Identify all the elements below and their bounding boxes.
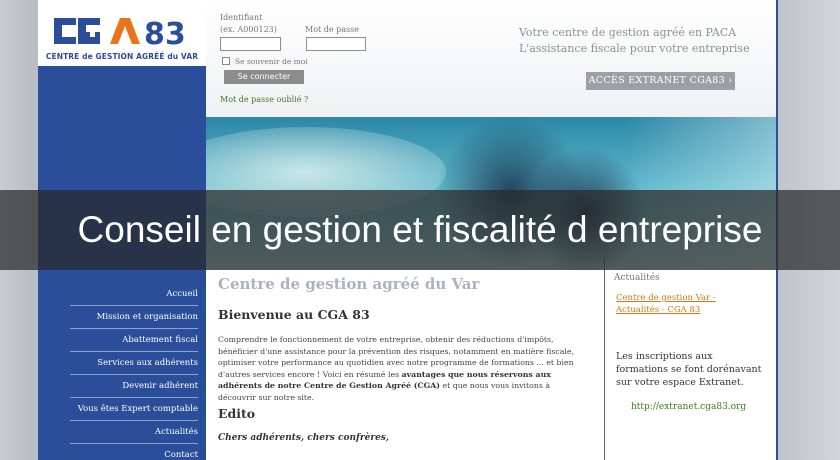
main-nav: Accueil Mission et organisation Abatteme… bbox=[70, 283, 198, 460]
login-button[interactable]: Se connecter bbox=[224, 70, 304, 84]
tagline-secondary: L'assistance fiscale pour votre entrepri… bbox=[519, 42, 750, 55]
welcome-heading: Bienvenue au CGA 83 bbox=[218, 307, 370, 322]
extranet-access-button[interactable]: ACCÈS EXTRANET CGA83 › bbox=[586, 72, 735, 90]
password-input[interactable] bbox=[306, 37, 366, 51]
header: Identifiant (ex. A000123) Mot de passe S… bbox=[206, 0, 776, 117]
intro-paragraph: Comprendre le fonctionnement de votre en… bbox=[218, 334, 584, 403]
nav-item-services[interactable]: Services aux adhérents bbox=[70, 352, 198, 375]
remember-checkbox[interactable] bbox=[222, 57, 230, 65]
logo-caption: CENTRE de GESTION AGRÉÉ du VAR bbox=[45, 52, 199, 61]
nav-item-expert-comptable[interactable]: Vous êtes Expert comptable bbox=[70, 398, 198, 421]
cga83-logo[interactable]: 83 CENTRE de GESTION AGRÉÉ du VAR bbox=[38, 0, 206, 66]
edito-heading: Edito bbox=[218, 406, 256, 421]
page-title: Centre de gestion agréé du Var bbox=[218, 275, 480, 293]
nav-item-actualites[interactable]: Actualités bbox=[70, 421, 198, 444]
nav-item-mission[interactable]: Mission et organisation bbox=[70, 306, 198, 329]
forgot-password-link[interactable]: Mot de passe oublié ? bbox=[220, 95, 308, 104]
svg-text:83: 83 bbox=[144, 17, 186, 48]
nav-item-contact[interactable]: Contact bbox=[70, 444, 198, 460]
remember-label: Se souvenir de moi bbox=[235, 57, 308, 66]
tagline-primary: Votre centre de gestion agréé en PACA bbox=[519, 26, 737, 39]
training-info: Les inscriptions aux formations se font … bbox=[616, 351, 762, 388]
extranet-url-link[interactable]: http://extranet.cga83.org bbox=[631, 402, 746, 412]
password-label: Mot de passe bbox=[305, 25, 359, 34]
news-heading: Actualités bbox=[614, 273, 660, 283]
news-link[interactable]: Centre de gestion Var - Actualités - CGA… bbox=[616, 292, 736, 316]
nav-item-accueil[interactable]: Accueil bbox=[70, 283, 198, 306]
main-content: Centre de gestion agréé du Var Bienvenue… bbox=[206, 270, 604, 460]
overlay-title: Conseil en gestion et fiscalité d entrep… bbox=[77, 209, 763, 250]
edito-greeting: Chers adhérents, chers confrères, bbox=[218, 433, 389, 443]
nav-item-devenir-adherent[interactable]: Devenir adhérent bbox=[70, 375, 198, 398]
identifiant-label: Identifiant bbox=[220, 13, 263, 22]
cga83-logo-mark: 83 bbox=[54, 17, 186, 48]
news-sidebar: Actualités Centre de gestion Var - Actua… bbox=[605, 270, 776, 460]
nav-item-abattement[interactable]: Abattement fiscal bbox=[70, 329, 198, 352]
identifiant-input[interactable] bbox=[220, 37, 281, 51]
identifiant-hint: (ex. A000123) bbox=[220, 25, 277, 34]
